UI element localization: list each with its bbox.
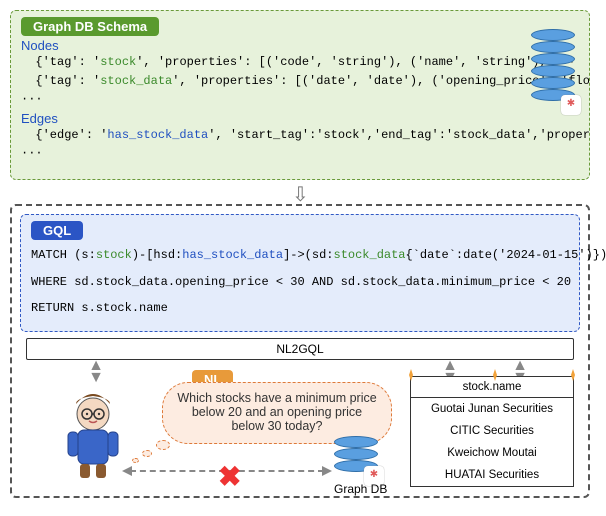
result-row: Kweichow Moutai <box>411 442 573 464</box>
node-def-1: {'tag': 'stock', 'properties': [('code',… <box>21 53 579 72</box>
graph-database-icon-2: ✱ <box>334 436 378 482</box>
bubble-dot-1 <box>156 440 170 450</box>
gql-line-3: RETURN s.stock.name <box>31 299 569 318</box>
nl-question-text: Which stocks have a minimum price below … <box>177 391 376 433</box>
edge-ellipsis: ··· <box>21 144 579 163</box>
edges-label: Edges <box>21 111 579 126</box>
bubble-dot-2 <box>142 450 152 457</box>
lower-panel: GQL MATCH (s:stock)-[hsd:has_stock_data]… <box>10 204 590 498</box>
result-row: HUATAI Securities <box>411 464 573 486</box>
nodes-label: Nodes <box>21 38 579 53</box>
pin-icon <box>405 369 417 381</box>
edge-def-1: {'edge': 'has_stock_data', 'start_tag':'… <box>21 126 579 145</box>
gql-line-1: MATCH (s:stock)-[hsd:has_stock_data]->(s… <box>31 246 569 265</box>
user-icon <box>58 390 128 480</box>
graph-badge-icon: ✱ <box>561 95 581 115</box>
result-row: CITIC Securities <box>411 420 573 442</box>
result-table: stock.name Guotai Junan Securities CITIC… <box>410 376 574 487</box>
graph-db-label: Graph DB <box>334 482 387 496</box>
pin-icon <box>567 369 579 381</box>
gql-box: GQL MATCH (s:stock)-[hsd:has_stock_data]… <box>20 214 580 332</box>
schema-title-tag: Graph DB Schema <box>21 17 159 36</box>
nl-bubble: Which stocks have a minimum price below … <box>162 382 392 444</box>
graph-database-icon: ✱ <box>531 65 575 111</box>
schema-panel: Graph DB Schema Nodes {'tag': 'stock', '… <box>10 10 590 180</box>
red-x-icon: ✖ <box>218 460 241 493</box>
bubble-dot-3 <box>132 458 139 463</box>
bi-arrow-left: ▲▼ <box>88 360 104 384</box>
result-row: Guotai Junan Securities <box>411 398 573 420</box>
gql-title-tag: GQL <box>31 221 83 240</box>
node-ellipsis: ··· <box>21 90 579 109</box>
result-header: stock.name <box>411 377 573 398</box>
nl2gql-bar: NL2GQL <box>26 338 574 360</box>
gql-line-2: WHERE sd.stock_data.opening_price < 30 A… <box>31 273 569 292</box>
node-def-2: {'tag': 'stock_data', 'properties': [('d… <box>21 72 579 91</box>
result-header-text: stock.name <box>463 381 522 393</box>
pin-icon <box>489 369 501 381</box>
